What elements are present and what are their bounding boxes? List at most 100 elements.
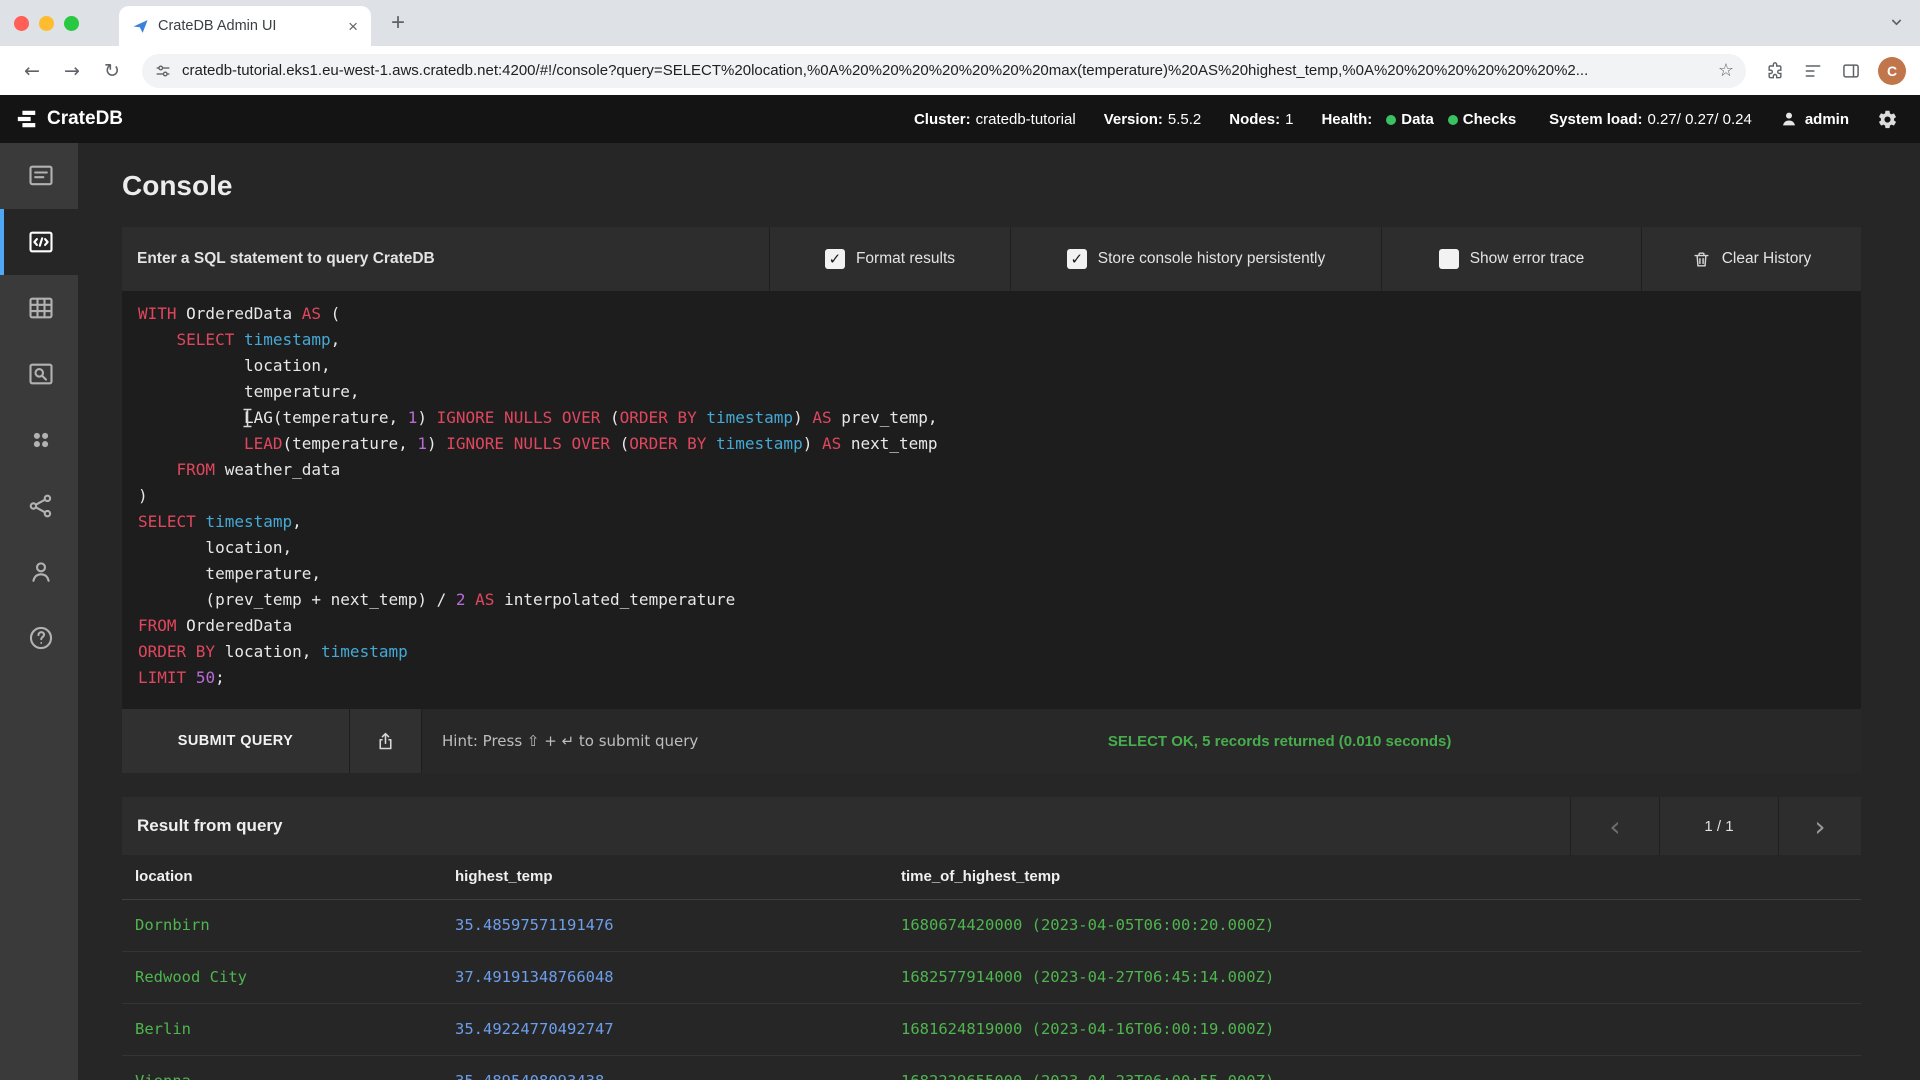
cratedb-logo-icon bbox=[16, 108, 38, 130]
data-browser-icon bbox=[27, 360, 55, 388]
sidebar-item-shards[interactable] bbox=[0, 341, 78, 407]
cell-location: Vienna bbox=[122, 1055, 442, 1080]
cell-highest_temp: 37.49191348766048 bbox=[442, 951, 888, 1003]
console-icon bbox=[27, 228, 55, 256]
console-page: Console Enter a SQL statement to query C… bbox=[78, 143, 1920, 1080]
sidebar-item-privileges[interactable] bbox=[0, 539, 78, 605]
sidebar-item-tables[interactable] bbox=[0, 275, 78, 341]
user-person-icon bbox=[1780, 110, 1798, 128]
table-row: Dornbirn35.485975711914761680674420000 (… bbox=[122, 899, 1861, 951]
results-section: Result from query ‹ 1 / 1 › locationhigh… bbox=[122, 797, 1861, 1080]
table-row: Berlin35.492247704927471681624819000 (20… bbox=[122, 1003, 1861, 1055]
user-name: admin bbox=[1805, 111, 1849, 128]
forward-button[interactable]: → bbox=[54, 60, 90, 82]
cluster-graph-icon bbox=[27, 492, 55, 520]
submit-query-button[interactable]: SUBMIT QUERY bbox=[122, 709, 349, 773]
tab-close-icon[interactable]: × bbox=[343, 16, 363, 37]
zoom-window-button[interactable] bbox=[64, 16, 79, 31]
share-query-button[interactable] bbox=[349, 709, 422, 773]
user-menu[interactable]: admin bbox=[1780, 110, 1849, 128]
window-controls bbox=[0, 16, 93, 31]
minimize-window-button[interactable] bbox=[39, 16, 54, 31]
cell-location: Redwood City bbox=[122, 951, 442, 1003]
prev-page-button[interactable]: ‹ bbox=[1570, 797, 1659, 855]
column-header-highest_temp: highest_temp bbox=[442, 855, 888, 899]
sql-code-line: (prev_temp + next_temp) / 2 AS interpola… bbox=[138, 587, 1845, 613]
tab-strip: CrateDB Admin UI × + bbox=[0, 0, 1920, 46]
bookmark-star-icon[interactable]: ☆ bbox=[1718, 60, 1734, 81]
results-table: locationhighest_temptime_of_highest_temp… bbox=[122, 855, 1861, 1080]
back-button[interactable]: ← bbox=[14, 60, 50, 82]
sql-editor[interactable]: WITH OrderedData AS ( SELECT timestamp, … bbox=[122, 291, 1861, 709]
sidebar-item-console[interactable] bbox=[0, 209, 78, 275]
health-data-label: Data bbox=[1401, 111, 1434, 128]
sql-code-line: temperature, bbox=[138, 379, 1845, 405]
health-checks-dot-icon bbox=[1448, 115, 1458, 125]
extensions-puzzle-icon[interactable] bbox=[1758, 61, 1792, 81]
sql-code-line: LAG(temperature, 1) IGNORE NULLS OVER (O… bbox=[138, 405, 1845, 431]
site-settings-icon[interactable] bbox=[154, 62, 172, 80]
help-icon bbox=[27, 624, 55, 652]
show-error-trace-toggle[interactable]: Show error trace bbox=[1381, 227, 1641, 291]
sql-code-line: SELECT timestamp, bbox=[138, 509, 1845, 535]
version-info: Version:5.5.2 bbox=[1104, 111, 1202, 128]
system-load-label: System load: bbox=[1549, 111, 1642, 128]
console-options-bar: Enter a SQL statement to query CrateDB F… bbox=[122, 227, 1861, 291]
cratedb-brand[interactable]: CrateDB bbox=[16, 108, 123, 130]
share-icon bbox=[375, 731, 396, 752]
submit-row: SUBMIT QUERY Hint: Press ⇧ + ↵ to submit… bbox=[122, 709, 1861, 773]
tab-title: CrateDB Admin UI bbox=[158, 18, 334, 34]
cell-time_of_highest_temp: 1682577914000 (2023-04-27T06:45:14.000Z) bbox=[888, 951, 1861, 1003]
store-history-toggle[interactable]: Store console history persistently bbox=[1010, 227, 1381, 291]
sql-prompt-label: Enter a SQL statement to query CrateDB bbox=[122, 227, 769, 291]
sidebar-item-help[interactable] bbox=[0, 605, 78, 671]
results-header: Result from query ‹ 1 / 1 › bbox=[122, 797, 1861, 855]
system-load-info: System load:0.27/ 0.27/ 0.24 bbox=[1549, 111, 1752, 128]
format-results-label: Format results bbox=[856, 250, 955, 268]
format-results-toggle[interactable]: Format results bbox=[769, 227, 1010, 291]
submit-hint: Hint: Press ⇧ + ↵ to submit query bbox=[422, 709, 698, 773]
page-title: Console bbox=[122, 169, 1861, 203]
sidebar-item-overview[interactable] bbox=[0, 143, 78, 209]
show-error-trace-checkbox[interactable] bbox=[1439, 249, 1459, 269]
address-bar[interactable]: cratedb-tutorial.eks1.eu-west-1.aws.crat… bbox=[142, 54, 1746, 88]
sql-code-line: LEAD(temperature, 1) IGNORE NULLS OVER (… bbox=[138, 431, 1845, 457]
cell-highest_temp: 35.48597571191476 bbox=[442, 899, 888, 951]
version-label: Version: bbox=[1104, 111, 1163, 128]
browser-tab[interactable]: CrateDB Admin UI × bbox=[119, 6, 371, 46]
column-header-time_of_highest_temp: time_of_highest_temp bbox=[888, 855, 1861, 899]
sidebar-item-users[interactable] bbox=[0, 407, 78, 473]
sql-code-line: ) bbox=[138, 483, 1845, 509]
cell-time_of_highest_temp: 1681624819000 (2023-04-16T06:00:19.000Z) bbox=[888, 1003, 1861, 1055]
brand-name: CrateDB bbox=[47, 108, 123, 130]
cluster-value: cratedb-tutorial bbox=[976, 111, 1076, 128]
format-results-checkbox[interactable] bbox=[825, 249, 845, 269]
reading-list-icon[interactable] bbox=[1796, 61, 1830, 81]
new-tab-button[interactable]: + bbox=[385, 9, 411, 37]
url-text[interactable]: cratedb-tutorial.eks1.eu-west-1.aws.crat… bbox=[182, 62, 1708, 79]
table-icon bbox=[27, 294, 55, 322]
reload-button[interactable]: ↻ bbox=[94, 60, 130, 82]
store-history-checkbox[interactable] bbox=[1067, 249, 1087, 269]
side-panel-icon[interactable] bbox=[1834, 61, 1868, 81]
cluster-info-bar: Cluster:cratedb-tutorial Version:5.5.2 N… bbox=[914, 109, 1898, 130]
settings-gear-icon[interactable] bbox=[1877, 109, 1898, 130]
clear-history-button[interactable]: Clear History bbox=[1641, 227, 1861, 291]
close-window-button[interactable] bbox=[14, 16, 29, 31]
table-row: Redwood City37.4919134876604816825779140… bbox=[122, 951, 1861, 1003]
sql-code-line: location, bbox=[138, 535, 1845, 561]
app-sidebar bbox=[0, 143, 78, 1080]
page-indicator: 1 / 1 bbox=[1659, 797, 1778, 855]
cell-time_of_highest_temp: 1682229655000 (2023-04-23T06:00:55.000Z) bbox=[888, 1055, 1861, 1080]
profile-avatar[interactable]: C bbox=[1878, 57, 1906, 85]
sidebar-item-cluster[interactable] bbox=[0, 473, 78, 539]
next-page-button[interactable]: › bbox=[1778, 797, 1861, 855]
cell-location: Dornbirn bbox=[122, 899, 442, 951]
sql-editor-code: WITH OrderedData AS ( SELECT timestamp, … bbox=[138, 301, 1845, 691]
sql-code-line: ORDER BY location, timestamp bbox=[138, 639, 1845, 665]
tab-search-chevron-icon[interactable] bbox=[1889, 15, 1904, 35]
query-status: SELECT OK, 5 records returned (0.010 sec… bbox=[698, 709, 1861, 773]
cluster-name-info: Cluster:cratedb-tutorial bbox=[914, 111, 1076, 128]
cratedb-favicon-icon bbox=[132, 18, 149, 35]
sql-code-line: WITH OrderedData AS ( bbox=[138, 301, 1845, 327]
